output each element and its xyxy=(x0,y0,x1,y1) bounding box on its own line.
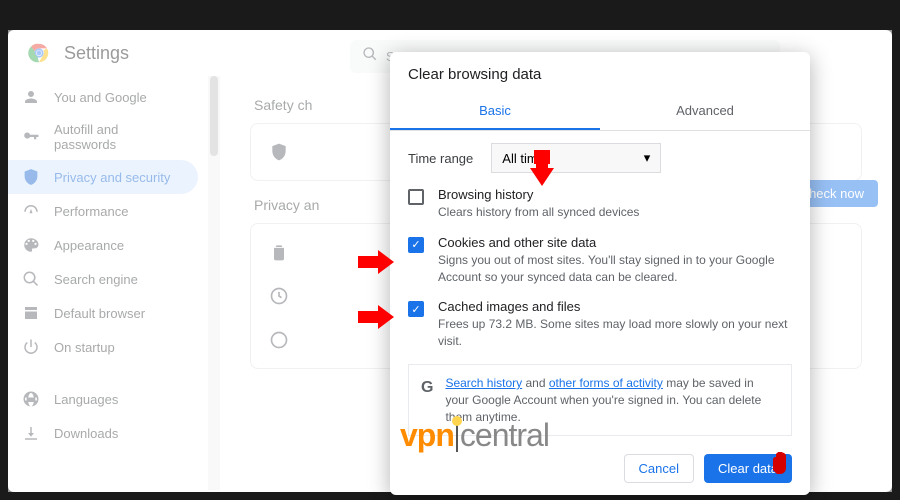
check-subtitle: Clears history from all synced devices xyxy=(438,204,639,221)
search-history-link[interactable]: Search history xyxy=(445,376,522,390)
search-icon xyxy=(362,46,378,67)
other-activity-link[interactable]: other forms of activity xyxy=(549,376,663,390)
sidebar-scrollbar[interactable] xyxy=(208,76,220,490)
chrome-logo-icon xyxy=(28,42,50,64)
time-range-dropdown[interactable]: All time ▾ xyxy=(491,143,661,173)
sidebar-item-appearance[interactable]: Appearance xyxy=(8,228,198,262)
palette-icon xyxy=(22,236,40,254)
cookies-row[interactable]: Cookies and other site data Signs you ou… xyxy=(408,235,792,286)
speedometer-icon xyxy=(22,202,40,220)
sidebar-item-label: Downloads xyxy=(54,426,118,441)
sidebar-item-on-startup[interactable]: On startup xyxy=(8,330,198,364)
cached-row[interactable]: Cached images and files Frees up 73.2 MB… xyxy=(408,299,792,350)
annotation-cursor-icon xyxy=(358,250,398,279)
check-title: Cookies and other site data xyxy=(438,235,792,250)
annotation-cursor-icon xyxy=(530,150,562,195)
sidebar-item-downloads[interactable]: Downloads xyxy=(8,416,198,450)
sidebar-item-autofill[interactable]: Autofill and passwords xyxy=(8,114,198,160)
sidebar-item-languages[interactable]: Languages xyxy=(8,382,198,416)
watermark: vpncentral xyxy=(400,417,549,454)
sidebar-item-label: Performance xyxy=(54,204,128,219)
cancel-button[interactable]: Cancel xyxy=(624,454,694,483)
sidebar-item-label: Autofill and passwords xyxy=(54,122,184,152)
annotation-cursor-icon xyxy=(768,452,798,495)
sidebar: You and Google Autofill and passwords Pr… xyxy=(8,76,208,490)
key-icon xyxy=(22,128,40,146)
cookies-checkbox[interactable] xyxy=(408,237,424,253)
sidebar-item-label: Appearance xyxy=(54,238,124,253)
google-g-icon: G xyxy=(421,377,433,399)
annotation-cursor-icon xyxy=(358,305,398,334)
person-icon xyxy=(22,88,40,106)
sidebar-item-label: On startup xyxy=(54,340,115,355)
sidebar-item-label: Search engine xyxy=(54,272,138,287)
page-title: Settings xyxy=(64,43,129,64)
search-icon xyxy=(22,270,40,288)
cookie-icon xyxy=(269,330,289,350)
sidebar-item-search-engine[interactable]: Search engine xyxy=(8,262,198,296)
download-icon xyxy=(22,424,40,442)
time-range-label: Time range xyxy=(408,151,473,166)
browsing-history-checkbox[interactable] xyxy=(408,189,424,205)
dialog-tabs: Basic Advanced xyxy=(390,93,810,131)
caret-down-icon: ▾ xyxy=(644,150,651,166)
sidebar-item-performance[interactable]: Performance xyxy=(8,194,198,228)
browsing-history-row[interactable]: Browsing history Clears history from all… xyxy=(408,187,792,221)
sidebar-item-you-and-google[interactable]: You and Google xyxy=(8,80,198,114)
sidebar-item-label: Languages xyxy=(54,392,118,407)
sidebar-item-label: Default browser xyxy=(54,306,145,321)
sidebar-item-label: You and Google xyxy=(54,90,147,105)
dialog-title: Clear browsing data xyxy=(390,52,810,93)
check-title: Cached images and files xyxy=(438,299,792,314)
cached-checkbox[interactable] xyxy=(408,301,424,317)
check-subtitle: Frees up 73.2 MB. Some sites may load mo… xyxy=(438,316,792,350)
browser-icon xyxy=(22,304,40,322)
globe-icon xyxy=(22,390,40,408)
trash-icon xyxy=(269,242,289,262)
sidebar-item-default-browser[interactable]: Default browser xyxy=(8,296,198,330)
shield-icon xyxy=(22,168,40,186)
sidebar-item-privacy[interactable]: Privacy and security xyxy=(8,160,198,194)
power-icon xyxy=(22,338,40,356)
tune-icon xyxy=(269,286,289,306)
sidebar-item-label: Privacy and security xyxy=(54,170,170,185)
tab-advanced[interactable]: Advanced xyxy=(600,93,810,130)
shield-check-icon xyxy=(269,142,289,162)
check-subtitle: Signs you out of most sites. You'll stay… xyxy=(438,252,792,286)
tab-basic[interactable]: Basic xyxy=(390,93,600,130)
